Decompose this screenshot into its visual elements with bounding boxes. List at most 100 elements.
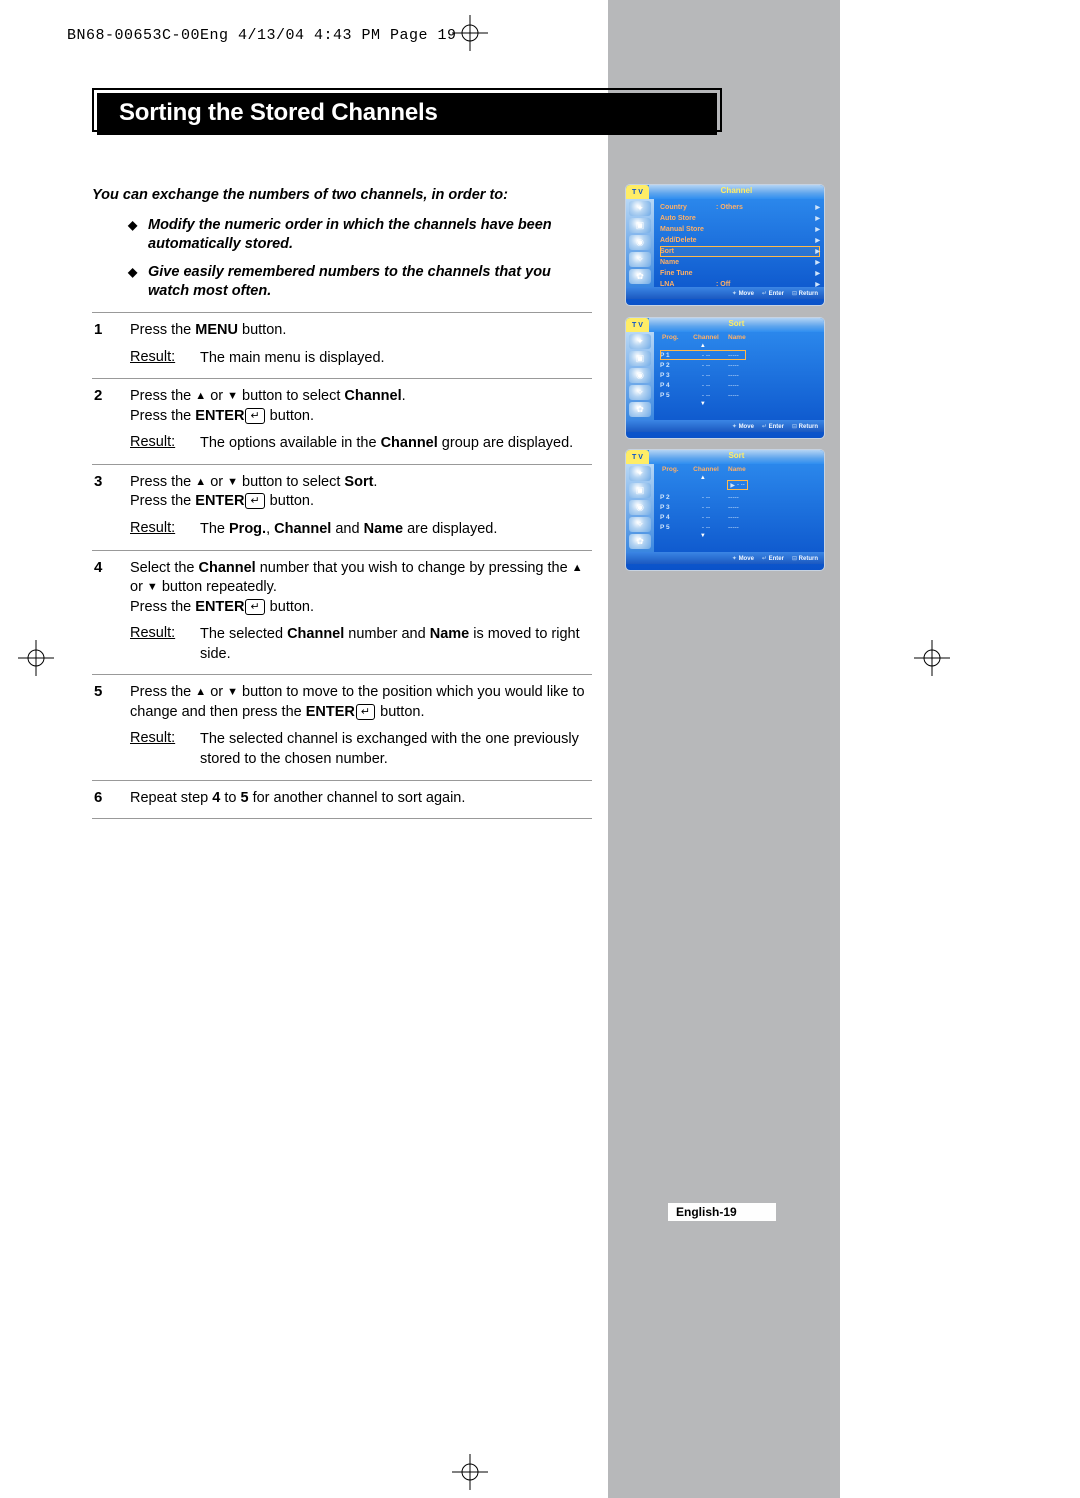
osd-icon-strip: ✦ ▣ ◉ ✧ ✿: [626, 332, 654, 420]
osd-sort-row: P 3- -------: [660, 370, 746, 380]
step-number: 1: [92, 321, 130, 341]
step-item: 5 Press the ▲ or ▼ button to move to the…: [92, 674, 592, 779]
step-body: Press the ▲ or ▼ button to move to the p…: [130, 683, 592, 722]
osd-icon-strip: ✦ ▣ ◉ ✧ ✿: [626, 464, 654, 552]
step-body: Repeat step 4 to 5 for another channel t…: [130, 789, 592, 809]
registration-mark-icon: [452, 15, 488, 51]
step-body: Press the ▲ or ▼ button to select Channe…: [130, 387, 592, 426]
registration-mark-icon: [18, 640, 54, 676]
osd-sort-row: P 2- -------: [660, 492, 746, 502]
page-number: English-19: [668, 1203, 776, 1221]
intro-block: You can exchange the numbers of two chan…: [92, 186, 592, 310]
step-body: Press the ▲ or ▼ button to select Sort.P…: [130, 473, 592, 512]
osd-sort-row: P 4- -------: [660, 380, 746, 390]
step-body: Press the MENU button.: [130, 321, 592, 341]
step-item: 4 Select the Channel number that you wis…: [92, 550, 592, 675]
osd-screenshot-sort: T V Sort ✦ ▣ ◉ ✧ ✿ Prog. Channel Name ▲ …: [626, 318, 824, 438]
osd-menu-list: Country: Others▶Auto Store▶Manual Store▶…: [654, 199, 824, 287]
osd-icon: ◉: [629, 500, 651, 515]
osd-icon: ✿: [629, 269, 651, 284]
osd-icon: ✧: [629, 517, 651, 532]
osd-menu-row: Add/Delete▶: [660, 235, 820, 246]
step-number: 3: [92, 473, 130, 512]
step-item: 2 Press the ▲ or ▼ button to select Chan…: [92, 378, 592, 464]
osd-col-channel: Channel: [688, 466, 724, 473]
osd-sort-table: Prog. Channel Name ▲ P 2- -------P 3- --…: [654, 464, 750, 552]
osd-sort-row: P 2- -------: [660, 360, 746, 370]
osd-menu-row: Auto Store▶: [660, 213, 820, 224]
page-title: Sorting the Stored Channels: [97, 93, 717, 135]
osd-icon: ◉: [629, 235, 651, 250]
registration-mark-icon: [452, 1454, 488, 1490]
osd-col-name: Name: [724, 334, 746, 341]
arrow-down-icon: ▼: [660, 400, 746, 408]
osd-sort-row: P 3- -------: [660, 502, 746, 512]
intro-lead: You can exchange the numbers of two chan…: [92, 186, 592, 206]
result-body: The main menu is displayed.: [200, 349, 592, 369]
osd-sort-table: Prog. Channel Name ▲ P 1- -------P 2- --…: [654, 332, 750, 420]
osd-title: Sort: [649, 318, 824, 332]
step-item: 1 Press the MENU button. Result: The mai…: [92, 312, 592, 378]
osd-col-channel: Channel: [688, 334, 724, 341]
step-number: 6: [92, 789, 130, 809]
osd-menu-row: Name▶: [660, 257, 820, 268]
result-label: Result:: [130, 730, 200, 769]
osd-icon: ✧: [629, 385, 651, 400]
intro-bullet: Modify the numeric order in which the ch…: [128, 216, 592, 255]
result-label: Result:: [130, 625, 200, 664]
osd-title: Channel: [649, 185, 824, 199]
osd-title: Sort: [649, 450, 824, 464]
step-number: 5: [92, 683, 130, 722]
steps-list: 1 Press the MENU button. Result: The mai…: [92, 312, 592, 819]
arrow-down-icon: ▼: [660, 532, 746, 540]
osd-moved-item-box: ▶ - --: [727, 480, 747, 490]
result-body: The options available in the Channel gro…: [200, 434, 592, 454]
osd-icon: ✿: [629, 534, 651, 549]
osd-col-prog: Prog.: [660, 334, 688, 341]
osd-icon: ✦: [629, 201, 651, 216]
osd-icon-strip: ✦ ▣ ◉ ✧ ✿: [626, 199, 654, 287]
step-item: 6 Repeat step 4 to 5 for another channel…: [92, 780, 592, 820]
osd-menu-row: LNA: Off▶: [660, 279, 820, 290]
osd-screenshot-sort-move: T V Sort ✦ ▣ ◉ ✧ ✿ Prog. Channel Name ▲ …: [626, 450, 824, 570]
title-frame: Sorting the Stored Channels: [92, 88, 722, 132]
result-body: The Prog., Channel and Name are displaye…: [200, 520, 592, 540]
intro-bullet: Give easily remembered numbers to the ch…: [128, 263, 592, 302]
osd-screenshot-channel: T V Channel ✦ ▣ ◉ ✧ ✿ Country: Others▶Au…: [626, 185, 824, 305]
osd-menu-row: Country: Others▶: [660, 202, 820, 213]
osd-footer: ✦ Move ↵ Enter ⊟ Return: [626, 552, 824, 564]
step-number: 2: [92, 387, 130, 426]
osd-sort-row: P 1- -------: [660, 350, 746, 360]
crop-header: BN68-00653C-00Eng 4/13/04 4:43 PM Page 1…: [67, 27, 457, 44]
osd-tab-tv: T V: [626, 450, 649, 464]
osd-icon: ▣: [629, 218, 651, 233]
osd-icon: ▣: [629, 483, 651, 498]
osd-icon: ◉: [629, 368, 651, 383]
result-body: The selected channel is exchanged with t…: [200, 730, 592, 769]
osd-icon: ✦: [629, 466, 651, 481]
osd-sort-row: P 5- -------: [660, 522, 746, 532]
osd-col-prog: Prog.: [660, 466, 688, 473]
osd-col-name: Name: [724, 466, 746, 473]
osd-icon: ✿: [629, 402, 651, 417]
osd-sort-row: P 5- -------: [660, 390, 746, 400]
osd-icon: ✦: [629, 334, 651, 349]
osd-menu-row: Sort▶: [660, 246, 820, 257]
osd-tab-tv: T V: [626, 185, 649, 199]
osd-icon: ▣: [629, 351, 651, 366]
arrow-up-icon: ▲: [660, 342, 746, 350]
result-body: The selected Channel number and Name is …: [200, 625, 592, 664]
osd-menu-row: Fine Tune▶: [660, 268, 820, 279]
result-label: Result:: [130, 520, 200, 540]
result-label: Result:: [130, 349, 200, 369]
osd-sort-row: P 4- -------: [660, 512, 746, 522]
osd-icon: ✧: [629, 252, 651, 267]
step-item: 3 Press the ▲ or ▼ button to select Sort…: [92, 464, 592, 550]
osd-menu-row: Manual Store▶: [660, 224, 820, 235]
step-number: 4: [92, 559, 130, 618]
osd-footer: ✦ Move ↵ Enter ⊟ Return: [626, 420, 824, 432]
registration-mark-icon: [914, 640, 950, 676]
result-label: Result:: [130, 434, 200, 454]
osd-tab-tv: T V: [626, 318, 649, 332]
step-body: Select the Channel number that you wish …: [130, 559, 592, 618]
